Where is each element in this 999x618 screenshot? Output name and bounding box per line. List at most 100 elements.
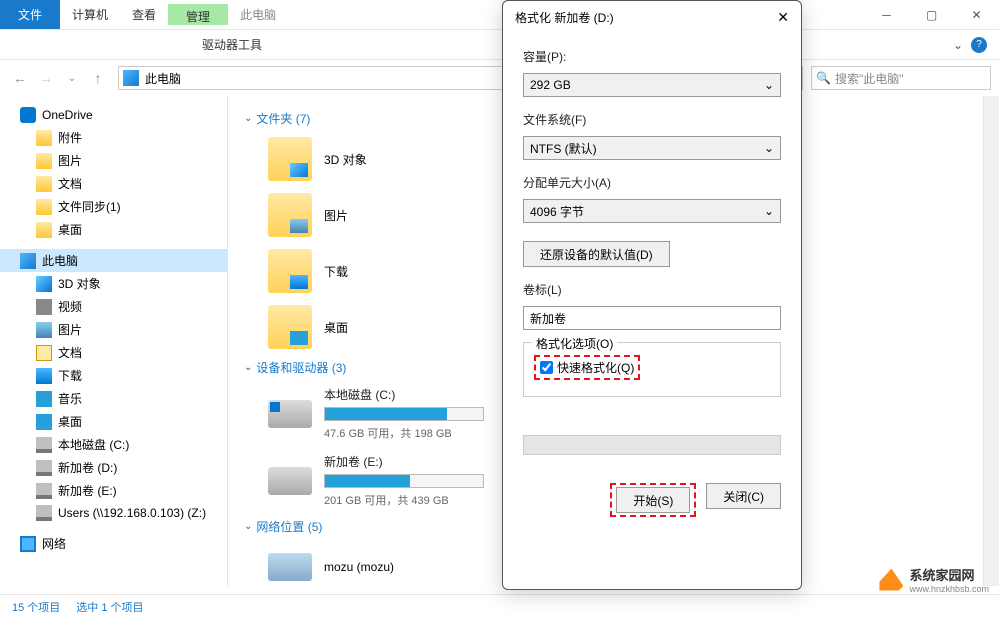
sidebar-item-label: Users (\\192.168.0.103) (Z:): [58, 506, 206, 520]
quick-format-checkbox[interactable]: 快速格式化(Q): [540, 359, 634, 376]
sidebar-item[interactable]: 附件: [0, 126, 227, 149]
desktop-icon: [36, 414, 52, 430]
allocation-label: 分配单元大小(A): [523, 174, 781, 191]
item-label: 3D 对象: [324, 151, 367, 168]
tab-drive-tools-group[interactable]: 管理: [168, 0, 228, 29]
sidebar-item[interactable]: 文档: [0, 341, 227, 364]
window-controls: ─ ▢ ✕: [864, 0, 999, 29]
drive-icon: [268, 459, 312, 503]
recent-dropdown[interactable]: ⌄: [60, 66, 84, 90]
folder-icon: [36, 153, 52, 169]
chevron-down-icon: ⌄: [244, 521, 252, 532]
forward-button[interactable]: →: [34, 66, 58, 90]
watermark-name: 系统家园网: [909, 565, 989, 584]
pc-icon: [20, 253, 36, 269]
help-icon[interactable]: ?: [971, 37, 987, 53]
ribbon-toggle-icon[interactable]: ⌄: [953, 38, 963, 52]
folder-icon: [36, 222, 52, 238]
group-label: 设备和驱动器 (3): [256, 359, 346, 376]
sidebar-item[interactable]: 本地磁盘 (C:): [0, 433, 227, 456]
volume-label-input[interactable]: [523, 306, 781, 330]
sidebar-item-label: 3D 对象: [58, 275, 101, 292]
close-button[interactable]: ✕: [954, 0, 999, 29]
sidebar-item[interactable]: Users (\\192.168.0.103) (Z:): [0, 502, 227, 524]
music-icon: [36, 391, 52, 407]
drive-icon: [36, 460, 52, 476]
tab-computer[interactable]: 计算机: [60, 0, 120, 29]
folder-icon: [268, 249, 312, 293]
sidebar-item[interactable]: 桌面: [0, 410, 227, 433]
select-value: 292 GB: [530, 78, 571, 92]
highlight-start-button: 开始(S): [610, 483, 696, 517]
sidebar-item-label: 图片: [58, 152, 82, 169]
sidebar-item-label: 桌面: [58, 413, 82, 430]
sidebar-thispc[interactable]: 此电脑: [0, 249, 227, 272]
watermark: 系统家园网 www.hnzkhbsb.com: [879, 565, 989, 594]
downloads-icon: [36, 368, 52, 384]
sidebar-item[interactable]: 桌面: [0, 218, 227, 241]
chevron-down-icon: ⌄: [764, 204, 774, 218]
format-dialog: 格式化 新加卷 (D:) ✕ 容量(P): 292 GB⌄ 文件系统(F) NT…: [502, 0, 802, 590]
sidebar-item[interactable]: 文档: [0, 172, 227, 195]
usage-text: 201 GB 可用，共 439 GB: [324, 492, 484, 508]
drive-icon: [36, 483, 52, 499]
up-button[interactable]: ↑: [86, 66, 110, 90]
sidebar-item-label: 音乐: [58, 390, 82, 407]
network-location-icon: [268, 545, 312, 586]
allocation-select[interactable]: 4096 字节⌄: [523, 199, 781, 223]
sidebar-item[interactable]: 图片: [0, 149, 227, 172]
address-text: 此电脑: [145, 70, 181, 87]
sidebar-item[interactable]: 文件同步(1): [0, 195, 227, 218]
video-icon: [36, 299, 52, 315]
sidebar-item-label: 新加卷 (E:): [58, 482, 117, 499]
tab-view[interactable]: 查看: [120, 0, 168, 29]
sidebar-network[interactable]: 网络: [0, 532, 227, 555]
folder-icon: [268, 305, 312, 349]
drive-icon: [36, 437, 52, 453]
minimize-button[interactable]: ─: [864, 0, 909, 29]
dialog-close-button[interactable]: ✕: [777, 9, 789, 26]
sidebar-item-label: 图片: [58, 321, 82, 338]
navigation-bar: ← → ⌄ ↑ 此电脑 ⌄ ↻ 🔍 搜索"此电脑": [0, 60, 999, 96]
checkbox-input[interactable]: [540, 361, 553, 374]
tab-manage[interactable]: 管理: [168, 4, 228, 25]
folder-icon: [36, 176, 52, 192]
titlebar: 文件 计算机 查看 管理 此电脑 ─ ▢ ✕: [0, 0, 999, 30]
back-button[interactable]: ←: [8, 66, 32, 90]
tab-file[interactable]: 文件: [0, 0, 60, 29]
sidebar-item[interactable]: 3D 对象: [0, 272, 227, 295]
search-icon: 🔍: [816, 71, 831, 85]
window-title: 此电脑: [228, 0, 288, 29]
status-item-count: 15 个项目: [12, 599, 60, 615]
ribbon-row: 驱动器工具 ⌄ ?: [0, 30, 999, 60]
content-scrollbar[interactable]: [983, 96, 999, 586]
sidebar-item-label: 文档: [58, 344, 82, 361]
3d-objects-icon: [36, 276, 52, 292]
sidebar-item[interactable]: 新加卷 (E:): [0, 479, 227, 502]
chevron-down-icon: ⌄: [764, 78, 774, 92]
sidebar-item[interactable]: 视频: [0, 295, 227, 318]
network-drive-icon: [36, 505, 52, 521]
close-button[interactable]: 关闭(C): [706, 483, 781, 509]
search-input[interactable]: 🔍 搜索"此电脑": [811, 66, 991, 90]
restore-defaults-button[interactable]: 还原设备的默认值(D): [523, 241, 670, 267]
sidebar-item[interactable]: 新加卷 (D:): [0, 456, 227, 479]
usage-text: 47.6 GB 可用，共 198 GB: [324, 425, 484, 441]
sidebar-item[interactable]: 音乐: [0, 387, 227, 410]
pictures-icon: [36, 322, 52, 338]
chevron-down-icon: ⌄: [244, 113, 252, 124]
capacity-select[interactable]: 292 GB ⌄: [523, 73, 781, 97]
sidebar-onedrive[interactable]: OneDrive: [0, 104, 227, 126]
sidebar-item[interactable]: 下载: [0, 364, 227, 387]
sidebar-item[interactable]: 图片: [0, 318, 227, 341]
tab-drive-tools[interactable]: 驱动器工具: [184, 30, 280, 58]
sidebar-item-label: 文件同步(1): [58, 198, 121, 215]
documents-icon: [36, 345, 52, 361]
network-icon: [20, 536, 36, 552]
format-options-fieldset: 格式化选项(O) 快速格式化(Q): [523, 342, 781, 397]
start-button[interactable]: 开始(S): [616, 487, 690, 513]
search-placeholder: 搜索"此电脑": [835, 70, 904, 87]
sidebar-item-label: OneDrive: [42, 108, 93, 122]
maximize-button[interactable]: ▢: [909, 0, 954, 29]
filesystem-select[interactable]: NTFS (默认)⌄: [523, 136, 781, 160]
